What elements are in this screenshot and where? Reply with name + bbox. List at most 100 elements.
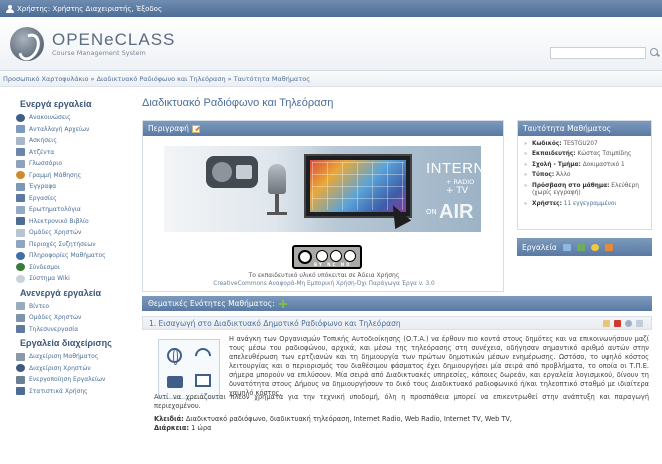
sidebar-item-agenda[interactable]: Ατζέντα — [10, 147, 122, 159]
creative-commons-badge[interactable]: BY NC ND — [292, 245, 362, 269]
ebook-icon — [16, 217, 25, 226]
license-link[interactable]: CreativeCommons Αναφορά-Μη Εμπορική Χρήσ… — [143, 281, 505, 287]
usage-stats-icon — [16, 387, 25, 396]
sidebar-heading-admin: Εργαλεία διαχείρισης — [20, 338, 112, 348]
sidebar-item-links[interactable]: Σύνδεσμοι — [10, 262, 122, 274]
sidebar-item-course-admin[interactable]: Διαχείριση Μαθήματος — [10, 351, 122, 363]
unit-keywords: Κλειδιά: Διαδικτυακό ραδιόφωνο, διαδικτυ… — [154, 415, 512, 423]
nc-icon — [330, 250, 342, 262]
tv-icon — [195, 374, 211, 387]
user-groups-icon — [16, 228, 25, 237]
learning-path-icon — [16, 171, 25, 180]
openeclass-logo[interactable]: OPENeCLASS Course Management System — [10, 27, 175, 61]
sidebar-item-course-info[interactable]: Πληροφορίες Μαθήματος — [10, 250, 122, 262]
tool-activation-icon — [16, 375, 25, 384]
edit-icon[interactable] — [191, 124, 200, 133]
unit-description: Η ανάγκη των Οργανισμών Τοπικής Αυτοδιοί… — [229, 335, 649, 397]
radio-graphic — [206, 156, 258, 188]
sidebar-item-user-groups-inactive[interactable]: Ομάδες Χρηστών — [10, 312, 122, 324]
page: Χρήστης: Χρήστης Διαχειριστής, Έξοδος OP… — [0, 0, 662, 464]
sidebar-item-usage-stats[interactable]: Στατιστικά Χρήσης — [10, 386, 122, 398]
course-units-header: Θεματικές Ενότητες Μαθήματος: — [142, 296, 652, 311]
edit-unit-icon[interactable] — [603, 320, 610, 327]
share-icon[interactable] — [562, 243, 571, 251]
unit-body: Η ανάγκη των Οργανισμών Τοπικής Αυτοδιοί… — [142, 331, 652, 432]
unit-title[interactable]: 1. Εισαγωγή στο Διαδικτυακό Δημοτικό Ραδ… — [149, 319, 401, 328]
wifi-icon — [191, 344, 215, 368]
logo-subtitle: Course Management System — [52, 49, 146, 57]
sidebar-heading-active: Ενεργά εργαλεία — [20, 99, 92, 109]
sidebar-heading-inactive: Ανενεργά εργαλεία — [20, 287, 102, 298]
sidebar-item-learning-path[interactable]: Γραμμή Μάθησης — [10, 170, 122, 182]
groups-icon — [16, 313, 25, 322]
exercises-icon — [16, 136, 25, 145]
logo-emblem-icon — [10, 27, 44, 61]
delete-unit-icon[interactable] — [614, 320, 621, 327]
banner-internet-text: INTERNET — [426, 160, 481, 177]
star-icon[interactable] — [590, 243, 599, 251]
unit-description-cont: Αντί να χρειάζονται πλέον χρήματα για τη… — [154, 393, 649, 410]
questionnaires-icon — [16, 205, 25, 214]
radio-icon — [167, 376, 183, 388]
add-unit-icon[interactable] — [278, 299, 287, 308]
logo-title: OPENeCLASS — [52, 30, 176, 49]
sidebar-item-user-admin[interactable]: Διαχείριση Χρηστών — [10, 363, 122, 375]
sidebar-item-teleconference[interactable]: Τηλεσυνεργασία — [10, 324, 122, 336]
agenda-icon — [16, 148, 25, 157]
info-row-department: » Σχολή - Τμήμα: Δοκιμαστικό 1 — [524, 161, 625, 168]
video-icon — [16, 302, 25, 311]
search-icon[interactable] — [650, 48, 659, 57]
info-row-access: » Πρόσβαση στο μάθημα: Ελεύθερη (χωρίς εγ… — [524, 182, 639, 197]
sidebar-item-forums[interactable]: Περιοχές Συζητήσεων — [10, 239, 122, 251]
info-row-users: » Χρήστες: 11 εγγεγραμμένοι — [524, 200, 617, 207]
visibility-icon[interactable] — [625, 320, 632, 327]
unit-illustration — [158, 339, 220, 399]
course-banner-image: INTERNET + RADIO + TV AIR ON — [164, 146, 481, 232]
description-header: Περιγραφή — [143, 121, 503, 136]
users-link[interactable]: 11 εγγεγραμμένοι — [564, 201, 617, 207]
banner-tv-text: + TV — [446, 186, 469, 196]
microphone-graphic — [268, 164, 286, 194]
info-row-type: » Τύπος: Άλλο — [524, 172, 571, 178]
info-row-code: » Κωδικός: TESTGU207 — [524, 140, 598, 147]
site-header: OPENeCLASS Course Management System — [0, 17, 662, 71]
sidebar-item-user-groups[interactable]: Ομάδες Χρηστών — [10, 227, 122, 239]
user-admin-icon — [16, 364, 25, 373]
globe-icon — [167, 348, 182, 365]
sidebar-item-assignments[interactable]: Εργασίες — [10, 193, 122, 205]
sidebar-item-wiki[interactable]: Σύστημα Wiki — [10, 273, 122, 285]
sidebar-item-announcements[interactable]: Ανακοινώσεις — [10, 112, 122, 124]
sidebar-item-file-exchange[interactable]: Ανταλλαγή Αρχείων — [10, 124, 122, 136]
assignments-icon — [16, 194, 25, 203]
sidebar-item-tool-activation[interactable]: Ενεργοποίηση Εργαλείων — [10, 374, 122, 386]
sidebar: Ενεργά εργαλεία Ανακοινώσεις Ανταλλαγή Α… — [10, 96, 122, 436]
course-admin-icon — [16, 352, 25, 361]
banner-radio-text: + RADIO — [446, 178, 475, 186]
banner-on-text: ON — [426, 208, 437, 216]
unit-duration: Διάρκεια: 1 ώρα — [154, 424, 212, 432]
calendar-icon[interactable] — [576, 243, 585, 251]
course-identity-header: Ταυτότητα Μαθήματος — [518, 121, 651, 136]
search-input[interactable] — [550, 47, 646, 59]
announcements-icon — [16, 113, 25, 122]
tools-label: Εργαλεία — [522, 242, 557, 252]
rss-icon[interactable] — [604, 243, 613, 251]
breadcrumb[interactable]: Προσωπικό Χαρτοφυλάκιο » Διαδικτυακό Ραδ… — [0, 71, 662, 87]
sidebar-item-ebook[interactable]: Ηλεκτρονικό Βιβλίο — [10, 216, 122, 228]
license-text: Το εκπαιδευτικό υλικό υπόκειται σε Άδεια… — [248, 272, 400, 279]
description-label: Περιγραφή — [148, 124, 189, 133]
sidebar-item-exercises[interactable]: Ασκήσεις — [10, 135, 122, 147]
user-bar-text[interactable]: Χρήστης: Χρήστης Διαχειριστής, Έξοδος — [17, 5, 162, 13]
teleconference-icon — [16, 325, 25, 334]
move-down-icon[interactable] — [636, 320, 643, 327]
sidebar-item-documents[interactable]: Έγγραφα — [10, 181, 122, 193]
user-bar: Χρήστης: Χρήστης Διαχειριστής, Έξοδος — [0, 0, 662, 17]
sidebar-item-glossary[interactable]: Γλωσσάριο — [10, 158, 122, 170]
unit-title-row[interactable]: 1. Εισαγωγή στο Διαδικτυακό Δημοτικό Ραδ… — [142, 316, 652, 330]
page-title: Διαδικτυακό Ραδιόφωνο και Τηλεόραση — [142, 97, 334, 109]
sidebar-item-video[interactable]: Βίντεο — [10, 301, 122, 313]
by-icon — [316, 250, 328, 262]
nd-icon — [344, 250, 356, 262]
forums-icon — [16, 240, 25, 249]
sidebar-item-questionnaires[interactable]: Ερωτηματολόγια — [10, 204, 122, 216]
